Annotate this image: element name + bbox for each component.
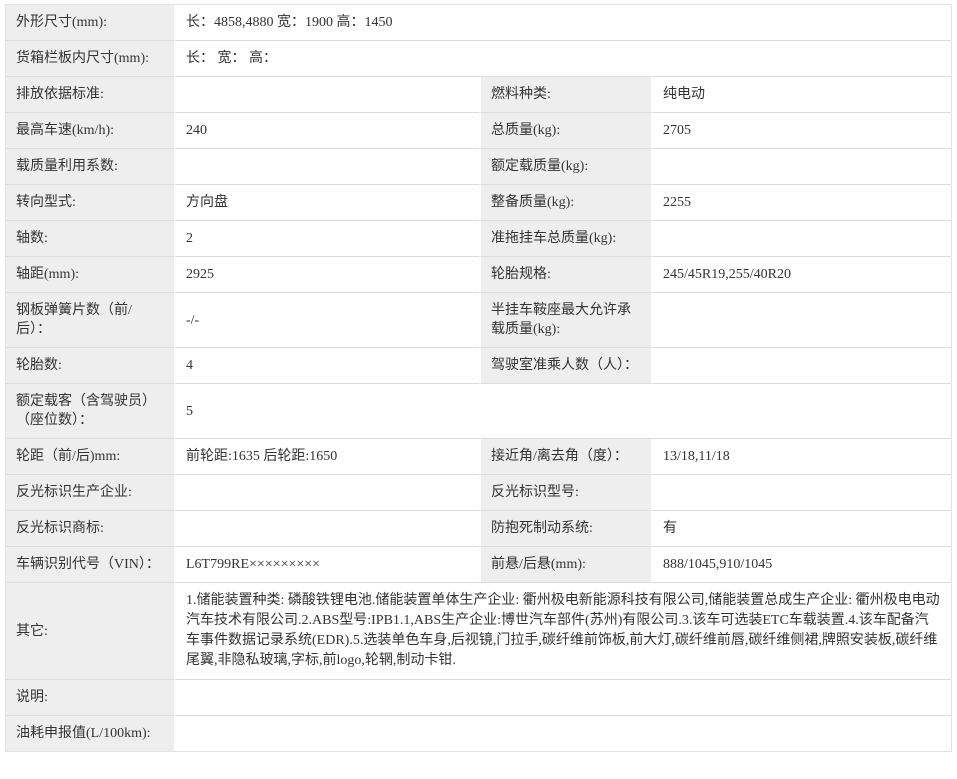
field-value (174, 716, 951, 751)
table-row: 轴数: 2 准拖挂车总质量(kg): (6, 221, 951, 257)
field-label: 反光标识商标: (6, 511, 174, 547)
table-row: 轮距（前/后)mm: 前轮距:1635 后轮距:1650 接近角/离去角（度）： 13… (6, 439, 951, 475)
field-label: 反光标识生产企业: (6, 475, 174, 511)
field-label: 驾驶室准乘人数（人）： (479, 348, 651, 384)
field-value (651, 348, 951, 384)
table-row: 车辆识别代号（VIN）： L6T799RE××××××××× 前悬/后悬(mm): 8… (6, 547, 951, 583)
table-row: 货箱栏板内尺寸(mm): 长： 宽： 高： (6, 41, 951, 77)
field-value (174, 475, 479, 511)
field-value (651, 221, 951, 257)
field-value: 长：4858,4880 宽：1900 高：1450 (174, 5, 951, 41)
field-label: 接近角/离去角（度）： (479, 439, 651, 475)
field-label: 车辆识别代号（VIN）： (6, 547, 174, 583)
field-label: 反光标识型号: (479, 475, 651, 511)
table-row: 反光标识生产企业: 反光标识型号: (6, 475, 951, 511)
table-row: 最高车速(km/h): 240 总质量(kg): 2705 (6, 113, 951, 149)
spec-table-body: 外形尺寸(mm): 长：4858,4880 宽：1900 高：1450 货箱栏板内尺… (6, 5, 951, 751)
field-value: L6T799RE××××××××× (174, 547, 479, 583)
field-label: 其它: (6, 583, 174, 680)
field-value: 2 (174, 221, 479, 257)
table-row: 载质量利用系数: 额定载质量(kg): (6, 149, 951, 185)
field-value: -/- (174, 293, 479, 348)
field-label: 燃料种类: (479, 77, 651, 113)
field-label: 轮距（前/后)mm: (6, 439, 174, 475)
field-label: 额定载客（含驾驶员）（座位数）： (6, 384, 174, 439)
field-label: 总质量(kg): (479, 113, 651, 149)
field-label: 载质量利用系数: (6, 149, 174, 185)
table-row: 轮胎数: 4 驾驶室准乘人数（人）： (6, 348, 951, 384)
spec-table: 外形尺寸(mm): 长：4858,4880 宽：1900 高：1450 货箱栏板内尺… (6, 5, 951, 751)
field-label: 轴距(mm): (6, 257, 174, 293)
table-row: 其它: 1.储能装置种类: 磷酸铁锂电池.储能装置单体生产企业: 衢州极电新能源科… (6, 583, 951, 680)
field-label: 油耗申报值(L/100km): (6, 716, 174, 751)
field-value: 2925 (174, 257, 479, 293)
field-value: 有 (651, 511, 951, 547)
field-value: 13/18,11/18 (651, 439, 951, 475)
field-label: 外形尺寸(mm): (6, 5, 174, 41)
field-label: 轮胎规格: (479, 257, 651, 293)
field-label: 钢板弹簧片数（前/后）： (6, 293, 174, 348)
field-value: 2255 (651, 185, 951, 221)
vehicle-spec-page: 外形尺寸(mm): 长：4858,4880 宽：1900 高：1450 货箱栏板内尺… (0, 0, 957, 779)
field-label: 货箱栏板内尺寸(mm): (6, 41, 174, 77)
field-label: 防抱死制动系统: (479, 511, 651, 547)
field-label: 转向型式: (6, 185, 174, 221)
field-value (174, 511, 479, 547)
field-label: 说明: (6, 680, 174, 716)
table-row: 额定载客（含驾驶员）（座位数）： 5 (6, 384, 951, 439)
field-label: 轴数: (6, 221, 174, 257)
field-value (174, 680, 951, 716)
field-value: 方向盘 (174, 185, 479, 221)
field-label: 半挂车鞍座最大允许承载质量(kg): (479, 293, 651, 348)
field-label: 最高车速(km/h): (6, 113, 174, 149)
table-row: 说明: (6, 680, 951, 716)
field-label: 准拖挂车总质量(kg): (479, 221, 651, 257)
field-value: 240 (174, 113, 479, 149)
field-value: 长： 宽： 高： (174, 41, 951, 77)
field-value: 2705 (651, 113, 951, 149)
field-value (174, 149, 479, 185)
field-label: 额定载质量(kg): (479, 149, 651, 185)
table-row: 转向型式: 方向盘 整备质量(kg): 2255 (6, 185, 951, 221)
field-value: 纯电动 (651, 77, 951, 113)
spec-table-container: 外形尺寸(mm): 长：4858,4880 宽：1900 高：1450 货箱栏板内尺… (5, 4, 952, 752)
table-row: 外形尺寸(mm): 长：4858,4880 宽：1900 高：1450 (6, 5, 951, 41)
field-label: 整备质量(kg): (479, 185, 651, 221)
field-value: 1.储能装置种类: 磷酸铁锂电池.储能装置单体生产企业: 衢州极电新能源科技有限… (174, 583, 951, 680)
field-value (651, 475, 951, 511)
table-row: 轴距(mm): 2925 轮胎规格: 245/45R19,255/40R20 (6, 257, 951, 293)
field-value (174, 77, 479, 113)
field-value (651, 293, 951, 348)
table-row: 排放依据标准: 燃料种类: 纯电动 (6, 77, 951, 113)
field-value: 245/45R19,255/40R20 (651, 257, 951, 293)
field-value: 4 (174, 348, 479, 384)
field-value: 888/1045,910/1045 (651, 547, 951, 583)
field-label: 排放依据标准: (6, 77, 174, 113)
field-label: 轮胎数: (6, 348, 174, 384)
field-value: 5 (174, 384, 951, 439)
table-row: 反光标识商标: 防抱死制动系统: 有 (6, 511, 951, 547)
field-label: 前悬/后悬(mm): (479, 547, 651, 583)
field-value (651, 149, 951, 185)
table-row: 钢板弹簧片数（前/后）： -/- 半挂车鞍座最大允许承载质量(kg): (6, 293, 951, 348)
field-value: 前轮距:1635 后轮距:1650 (174, 439, 479, 475)
table-row: 油耗申报值(L/100km): (6, 716, 951, 751)
